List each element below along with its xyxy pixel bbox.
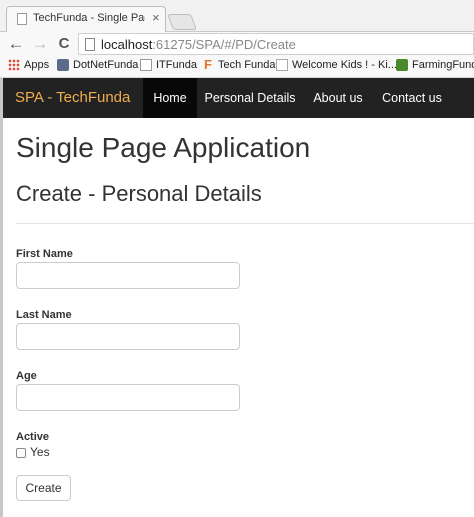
techfunda-icon: F: [204, 57, 212, 72]
last-name-label: Last Name: [16, 309, 72, 321]
create-button[interactable]: Create: [16, 475, 71, 501]
page-icon: [276, 59, 288, 71]
active-checkbox-label[interactable]: Yes: [30, 445, 50, 459]
age-field[interactable]: [16, 384, 240, 411]
active-label: Active: [16, 431, 50, 443]
age-label: Age: [16, 370, 37, 382]
tab-close-icon[interactable]: ×: [152, 10, 160, 25]
url-path: :61275/SPA/#/PD/Create: [152, 37, 296, 52]
new-tab-button[interactable]: [167, 14, 197, 30]
url-text: localhost:61275/SPA/#/PD/Create: [101, 37, 296, 52]
bookmark-dotnetfunda[interactable]: DotNetFunda: [57, 59, 138, 71]
apps-grid-icon: [8, 59, 20, 71]
page-icon: [17, 13, 27, 25]
page-icon: [85, 38, 95, 51]
bookmark-label: ITFunda: [156, 59, 197, 71]
bookmark-itfunda[interactable]: ITFunda: [140, 59, 197, 71]
dotnetfunda-icon: [57, 59, 69, 71]
nav-item-contact-us[interactable]: Contact us: [375, 78, 449, 118]
browser-tab-strip: TechFunda - Single Page A ×: [0, 0, 474, 32]
farmingfunda-icon: [396, 59, 408, 71]
bookmark-label: DotNetFunda: [73, 59, 139, 71]
page-title: Single Page Application: [16, 132, 311, 163]
last-name-field[interactable]: [16, 323, 240, 350]
forward-arrow-icon[interactable]: →: [30, 34, 50, 54]
bookmark-label: Apps: [24, 59, 50, 71]
divider: [16, 223, 474, 224]
bookmark-label: FarmingFunda: [412, 59, 474, 71]
page-subtitle: Create - Personal Details: [16, 181, 262, 206]
nav-item-personal-details[interactable]: Personal Details: [199, 78, 301, 118]
nav-item-home[interactable]: Home: [143, 78, 197, 118]
navbar-brand[interactable]: SPA - TechFunda: [15, 89, 130, 106]
tab-title: TechFunda - Single Page A: [33, 12, 145, 24]
browser-tab[interactable]: TechFunda - Single Page A ×: [6, 6, 166, 32]
url-host: localhost: [101, 37, 153, 52]
top-navbar: SPA - TechFunda Home Personal Details Ab…: [3, 78, 474, 118]
first-name-label: First Name: [16, 248, 73, 260]
bookmark-label: Tech Funda: [218, 59, 276, 71]
bookmarks-bar: Apps DotNetFunda ITFunda F Tech Funda We…: [0, 56, 474, 78]
bookmark-welcome-kids[interactable]: Welcome Kids ! - Ki...: [276, 59, 397, 71]
active-checkbox[interactable]: [16, 448, 26, 458]
bookmark-label: Welcome Kids ! - Ki...: [292, 59, 397, 71]
bookmark-farmingfunda[interactable]: FarmingFunda: [396, 59, 474, 71]
browser-toolbar: ← → C localhost:61275/SPA/#/PD/Create: [0, 32, 474, 56]
reload-icon[interactable]: C: [54, 34, 74, 54]
itfunda-icon: [140, 59, 152, 71]
back-arrow-icon[interactable]: ←: [6, 34, 26, 54]
bookmark-apps[interactable]: Apps: [8, 59, 49, 71]
bookmark-tech-funda[interactable]: F Tech Funda: [202, 57, 276, 72]
address-bar[interactable]: localhost:61275/SPA/#/PD/Create: [78, 33, 474, 55]
first-name-field[interactable]: [16, 262, 240, 289]
nav-item-about-us[interactable]: About us: [307, 78, 369, 118]
main-content: Single Page Application Create - Persona…: [3, 118, 474, 517]
